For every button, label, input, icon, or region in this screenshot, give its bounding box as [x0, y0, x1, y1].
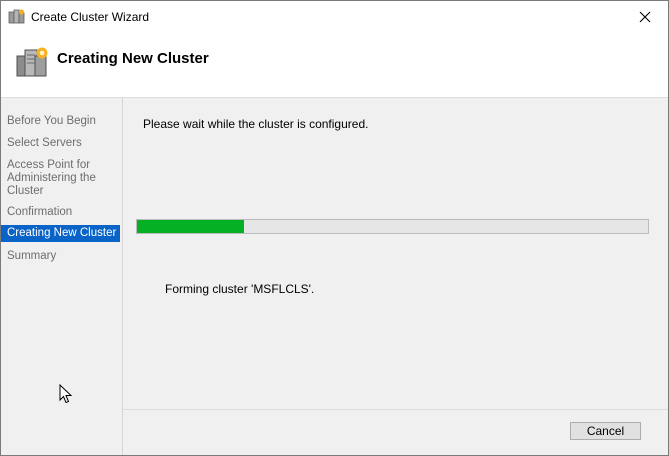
cancel-button[interactable]: Cancel: [570, 422, 641, 440]
nav-item-creating-new-cluster[interactable]: Creating New Cluster: [1, 225, 120, 242]
nav-item-access-point[interactable]: Access Point for Administering the Clust…: [1, 157, 120, 200]
nav-item-select-servers[interactable]: Select Servers: [1, 135, 120, 152]
mouse-pointer-icon: [59, 384, 73, 404]
wizard-header: Creating New Cluster: [1, 32, 668, 98]
page-title: Creating New Cluster: [57, 50, 209, 67]
nav-item-confirmation[interactable]: Confirmation: [1, 204, 120, 221]
window-title: Create Cluster Wizard: [31, 10, 150, 24]
progress-bar: [136, 219, 649, 234]
close-button[interactable]: [622, 1, 668, 32]
wizard-footer: Cancel: [123, 409, 668, 455]
nav-item-before-you-begin[interactable]: Before You Begin: [1, 113, 120, 130]
nav-item-summary[interactable]: Summary: [1, 248, 120, 265]
wait-message: Please wait while the cluster is configu…: [143, 117, 369, 131]
server-cluster-icon: [16, 47, 48, 77]
status-message: Forming cluster 'MSFLCLS'.: [165, 282, 315, 296]
wizard-window: Create Cluster Wizard Creating New Clust…: [0, 0, 669, 456]
progress-fill: [137, 220, 245, 233]
close-icon: [639, 11, 651, 22]
main-content: Please wait while the cluster is configu…: [123, 98, 668, 409]
cluster-wizard-icon: [8, 9, 25, 24]
title-bar: Create Cluster Wizard: [1, 1, 668, 32]
